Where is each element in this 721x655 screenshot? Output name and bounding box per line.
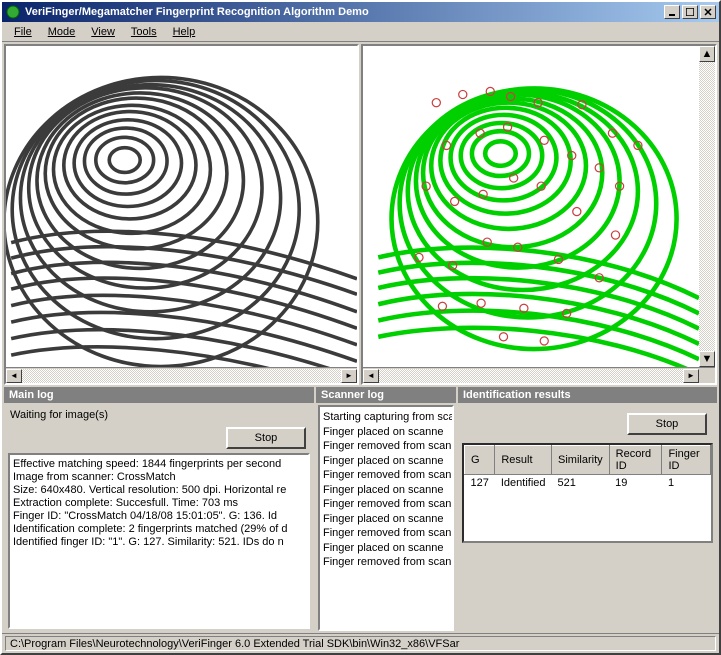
log-line: Finger placed on scanne (323, 541, 449, 556)
scroll-left-btn[interactable] (6, 369, 22, 383)
log-line: Finger placed on scanne (323, 512, 449, 527)
hscroll-left[interactable] (6, 367, 357, 383)
log-line: Finger removed from scan (323, 497, 449, 512)
original-fingerprint-pane (4, 44, 359, 385)
log-line: Finger placed on scanne (323, 425, 449, 440)
waiting-text: Waiting for image(s) (8, 407, 310, 423)
original-fingerprint-image (6, 46, 357, 367)
scroll-right-btn[interactable] (683, 369, 699, 383)
main-log-output[interactable]: Effective matching speed: 1844 fingerpri… (8, 453, 310, 629)
menubar: File Mode View Tools Help (2, 22, 719, 42)
menu-mode[interactable]: Mode (40, 24, 84, 40)
scanner-log-output[interactable]: Starting capturing from sca Finger place… (318, 405, 454, 631)
log-line: Size: 640x480. Vertical resolution: 500 … (13, 484, 305, 497)
statusbar: C:\Program Files\Neurotechnology\VeriFin… (2, 633, 719, 653)
maximize-button[interactable] (682, 5, 698, 19)
processed-fingerprint-pane: ▲ ▼ (361, 44, 717, 385)
log-line: Finger removed from scan (323, 555, 449, 570)
scanner-log-title: Scanner log (316, 387, 456, 403)
main-log-panel: Main log Waiting for image(s) Stop Effec… (4, 387, 314, 633)
scroll-track[interactable] (379, 369, 683, 383)
cell-similarity: 521 (552, 475, 610, 492)
results-title: Identification results (458, 387, 717, 403)
scroll-up-btn[interactable]: ▲ (699, 46, 715, 62)
hscroll-right[interactable] (363, 367, 715, 383)
scanner-log-panel: Scanner log Starting capturing from sca … (316, 387, 456, 633)
log-line: Finger placed on scanne (323, 454, 449, 469)
log-line: Image from scanner: CrossMatch (13, 471, 305, 484)
menu-view[interactable]: View (83, 24, 123, 40)
window-title: VeriFinger/Megamatcher Fingerprint Recog… (25, 6, 664, 18)
menu-tools[interactable]: Tools (123, 24, 165, 40)
col-record-id[interactable]: Record ID (609, 446, 662, 475)
cell-g: 127 (465, 475, 495, 492)
main-log-title: Main log (4, 387, 314, 403)
bottom-panels: Main log Waiting for image(s) Stop Effec… (2, 387, 719, 633)
image-row: ▲ ▼ (2, 42, 719, 387)
log-line: Extraction complete: Succesfull. Time: 7… (13, 497, 305, 510)
minimize-button[interactable] (664, 5, 680, 19)
results-stop-button[interactable]: Stop (627, 413, 707, 435)
results-table[interactable]: G Result Similarity Record ID Finger ID … (462, 443, 713, 543)
col-similarity[interactable]: Similarity (552, 446, 610, 475)
close-button[interactable] (700, 5, 716, 19)
log-line: Finger removed from scan (323, 468, 449, 483)
mainlog-stop-button[interactable]: Stop (226, 427, 306, 449)
table-row[interactable]: 127 Identified 521 19 1 (465, 475, 711, 492)
cell-result: Identified (495, 475, 552, 492)
app-window: VeriFinger/Megamatcher Fingerprint Recog… (0, 0, 721, 655)
log-line: Finger ID: "CrossMatch 04/18/08 15:01:05… (13, 510, 305, 523)
log-line: Identified finger ID: "1". G: 127. Simil… (13, 536, 305, 549)
cell-record: 19 (609, 475, 662, 492)
status-path: C:\Program Files\Neurotechnology\VeriFin… (5, 636, 716, 651)
col-g[interactable]: G (465, 446, 495, 475)
menu-file[interactable]: File (6, 24, 40, 40)
titlebar: VeriFinger/Megamatcher Fingerprint Recog… (2, 2, 719, 22)
col-result[interactable]: Result (495, 446, 552, 475)
log-line: Finger placed on scanne (323, 483, 449, 498)
scroll-left-btn[interactable] (363, 369, 379, 383)
scroll-right-btn[interactable] (341, 369, 357, 383)
processed-fingerprint-image (363, 46, 715, 367)
log-line: Identification complete: 2 fingerprints … (13, 523, 305, 536)
size-grip (699, 369, 715, 383)
table-header-row: G Result Similarity Record ID Finger ID (465, 446, 711, 475)
log-line: Finger removed from scan (323, 526, 449, 541)
menu-help[interactable]: Help (165, 24, 204, 40)
vscroll-right[interactable]: ▲ ▼ (699, 46, 715, 367)
col-finger-id[interactable]: Finger ID (662, 446, 711, 475)
log-line: Finger removed from scan (323, 439, 449, 454)
cell-finger: 1 (662, 475, 711, 492)
scroll-track[interactable] (22, 369, 341, 383)
log-line: Starting capturing from sca (323, 410, 449, 425)
log-line: Effective matching speed: 1844 fingerpri… (13, 458, 305, 471)
results-panel: Identification results Stop G Result Sim… (458, 387, 717, 633)
scroll-down-btn[interactable]: ▼ (699, 351, 715, 367)
app-icon (5, 4, 21, 20)
